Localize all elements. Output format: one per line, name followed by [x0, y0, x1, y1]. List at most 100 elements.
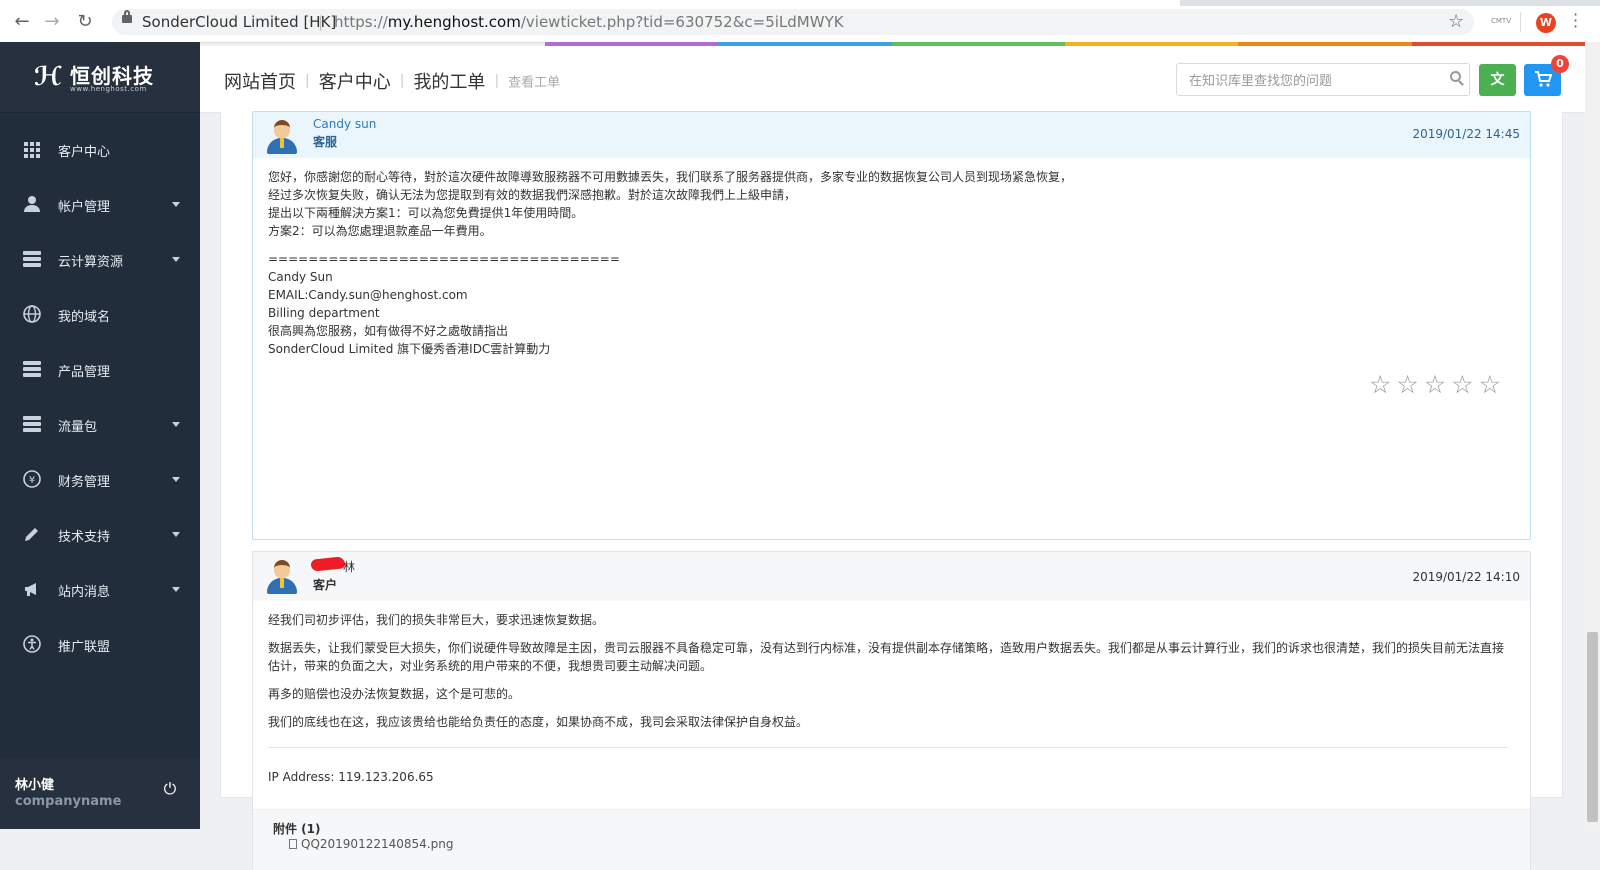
caret-down-icon	[172, 477, 180, 482]
breadcrumb-client-center[interactable]: 客户中心	[319, 72, 391, 93]
message-line: 方案2：可以為您處理退款產品一年費用。	[268, 224, 492, 238]
message-line: 您好，你感謝您的耐心等待，對於這次硬件故障導致服務器不可用數據丟失，我们联系了服…	[268, 170, 1073, 184]
rating-stars[interactable]: ☆☆☆☆☆	[1369, 370, 1506, 399]
user-name: 林小健	[15, 778, 55, 793]
caret-down-icon	[172, 422, 180, 427]
bookmark-star-icon[interactable]: ☆	[1448, 11, 1464, 32]
url-host: my.henghost.com	[387, 13, 521, 31]
divider	[268, 747, 1508, 748]
caret-down-icon	[172, 202, 180, 207]
sidebar-item-messages[interactable]: 站内消息	[0, 562, 200, 617]
cart-icon	[1534, 71, 1552, 87]
attachment-filename: QQ20190122140854.png	[301, 837, 454, 851]
staff-avatar	[267, 120, 297, 154]
poster-role: 客服	[313, 135, 338, 149]
search-input[interactable]	[1187, 70, 1441, 92]
megaphone-icon	[22, 580, 42, 600]
url-path: /viewticket.php?tid=630752&c=5iLdMWYK	[520, 13, 844, 31]
address-bar[interactable]: SonderCloud Limited [HK] | https://my.he…	[112, 9, 1474, 35]
logout-power-icon[interactable]: ⏻	[162, 781, 178, 797]
pencil-icon	[22, 525, 42, 545]
sidebar-item-cloud-resources[interactable]: 云计算资源	[0, 232, 200, 287]
message-line: 经过多次恢复失败，确认无法为您提取到有效的数据我們深感抱歉。對於這次故障我們上上…	[268, 188, 797, 202]
sidebar-item-label: 我的域名	[58, 310, 111, 325]
forward-icon[interactable]: →	[42, 12, 62, 32]
sidebar-item-account[interactable]: 帐户管理	[0, 177, 200, 232]
page-header: 网站首页 | 客户中心 | 我的工单 | 查看工单 文 0	[200, 46, 1585, 113]
signature-line: EMAIL:Candy.sun@henghost.com	[268, 288, 468, 302]
breadcrumb-my-tickets[interactable]: 我的工单	[413, 72, 485, 93]
back-icon[interactable]: ←	[12, 12, 32, 32]
ticket-content: Candy sun 客服 2019/01/22 14:45 您好，你感謝您的耐心…	[220, 111, 1563, 870]
sidebar-item-products[interactable]: 产品管理	[0, 342, 200, 397]
user-panel: 林小健 companyname ⏻	[0, 759, 200, 829]
sidebar-item-label: 站内消息	[58, 585, 111, 600]
sidebar-menu: 客户中心 帐户管理 云计算资源 我的域名 产品管理 流量包 ¥ 财务管理 技术支…	[0, 122, 200, 672]
user-company: companyname	[15, 794, 122, 809]
breadcrumb-home[interactable]: 网站首页	[224, 72, 296, 93]
sidebar-item-label: 技术支持	[58, 530, 111, 545]
sidebar-item-support[interactable]: 技术支持	[0, 507, 200, 562]
page-scrollbar[interactable]	[1585, 42, 1600, 829]
grid-icon	[22, 140, 42, 160]
poster-name: Candy sun	[313, 117, 377, 131]
signature-line: 很高興為您服務，如有做得不好之處敬請指出	[268, 324, 509, 338]
message-line: 提出以下兩種解決方案1：可以為您免費提供1年使用時間。	[268, 206, 584, 220]
ticket-reply-staff: Candy sun 客服 2019/01/22 14:45 您好，你感謝您的耐心…	[252, 111, 1531, 540]
attachment-link[interactable]: QQ20190122140854.png	[289, 837, 453, 851]
redaction-scribble	[310, 556, 346, 572]
brand-logo[interactable]: ℋ 恒创科技 www.henghost.com	[0, 42, 200, 113]
sidebar-item-finance[interactable]: ¥ 财务管理	[0, 452, 200, 507]
reply-header: 林 客户 2019/01/22 14:10	[253, 552, 1530, 601]
accessibility-icon	[22, 635, 42, 655]
sidebar-item-label: 云计算资源	[58, 255, 124, 270]
lock-icon[interactable]	[122, 10, 132, 23]
globe-icon	[22, 305, 42, 325]
toolbar-divider	[1520, 12, 1521, 32]
post-date: 2019/01/22 14:10	[1412, 570, 1520, 584]
breadcrumb-separator: |	[305, 73, 310, 89]
browser-menu-icon[interactable]: · · ·	[1573, 7, 1578, 35]
sidebar-item-label: 财务管理	[58, 475, 111, 490]
caret-down-icon	[172, 532, 180, 537]
breadcrumb: 网站首页 | 客户中心 | 我的工单 | 查看工单	[224, 68, 560, 94]
translate-icon: 文	[1490, 72, 1505, 88]
browser-toolbar: ← → ↻ SonderCloud Limited [HK] | https:/…	[0, 0, 1600, 43]
omnibox-separator: |	[318, 13, 324, 31]
svg-text:¥: ¥	[29, 475, 35, 486]
sidebar-item-traffic[interactable]: 流量包	[0, 397, 200, 452]
tab-strip	[0, 0, 1600, 6]
cart-count-badge: 0	[1551, 55, 1569, 73]
sidebar-item-label: 帐户管理	[58, 200, 111, 215]
client-avatar	[267, 560, 297, 594]
sidebar-item-label: 流量包	[58, 420, 98, 435]
logo-mark-icon: ℋ	[34, 62, 62, 92]
server-icon	[22, 360, 42, 380]
reload-icon[interactable]: ↻	[75, 12, 95, 32]
active-tab[interactable]	[0, 0, 1180, 6]
message-paragraph: 我们的底线也在这，我应该贵给也能给负责任的态度，如果协商不成，我司会采取法律保护…	[268, 715, 809, 729]
signature-line: ===================================	[268, 252, 620, 266]
ip-address: IP Address: 119.123.206.65	[268, 770, 434, 784]
signature-line: Candy Sun	[268, 270, 333, 284]
attachments-panel: 附件 (1) QQ20190122140854.png	[253, 809, 1530, 870]
scrollbar-thumb[interactable]	[1587, 632, 1598, 822]
site-identity: SonderCloud Limited [HK]	[142, 13, 337, 31]
url-text[interactable]: https://my.henghost.com/viewticket.php?t…	[334, 13, 844, 31]
sidebar-item-client-center[interactable]: 客户中心	[0, 122, 200, 177]
sidebar-item-domains[interactable]: 我的域名	[0, 287, 200, 342]
sidebar-item-label: 产品管理	[58, 365, 111, 380]
signature-line: SonderCloud Limited 旗下優秀香港IDC雲計算動力	[268, 342, 551, 356]
yen-icon: ¥	[22, 470, 42, 490]
knowledgebase-search	[1176, 63, 1470, 96]
extension-cmtv[interactable]: CMTV	[1491, 17, 1511, 25]
sidebar-item-affiliate[interactable]: 推广联盟	[0, 617, 200, 672]
reply-message: 您好，你感謝您的耐心等待，對於這次硬件故障導致服務器不可用數據丟失，我们联系了服…	[268, 168, 1072, 358]
server-icon	[22, 250, 42, 270]
language-button[interactable]: 文	[1479, 64, 1516, 96]
sidebar-item-label: 客户中心	[58, 145, 111, 160]
breadcrumb-current: 查看工单	[508, 75, 561, 91]
search-icon[interactable]	[1450, 71, 1461, 82]
profile-avatar[interactable]: W	[1536, 13, 1556, 33]
poster-name: 林	[343, 560, 356, 574]
